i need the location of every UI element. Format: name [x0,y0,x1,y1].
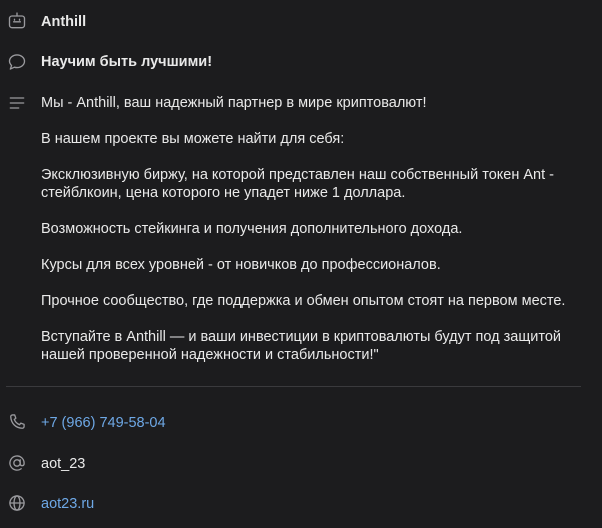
group-description: Мы - Anthill, ваш надежный партнер в мир… [41,94,588,382]
username-row[interactable]: aot_23 [0,451,602,475]
username-text[interactable]: aot_23 [41,455,588,473]
group-description-row: Мы - Anthill, ваш надежный партнер в мир… [0,92,602,372]
section-divider [6,386,581,387]
description-paragraph: Прочное сообщество, где поддержка и обме… [41,293,566,309]
bot-icon [6,10,28,32]
group-name: Anthill [41,14,87,30]
phone-row[interactable]: +7 (966) 749-58-04 [0,410,602,434]
website-link[interactable]: aot23.ru [41,495,588,513]
at-sign-icon [6,452,28,474]
description-paragraph: Курсы для всех уровней - от новичков до … [41,257,441,273]
description-paragraph: В нашем проекте вы можете найти для себя… [41,131,345,147]
chat-bubble-icon [6,51,28,73]
lines-icon [6,92,28,114]
description-paragraph: Мы - Anthill, ваш надежный партнер в мир… [41,95,427,111]
globe-icon [6,492,28,514]
description-paragraph: Эксклюзивную биржу, на которой представл… [41,167,555,201]
description-paragraph: Возможность стейкинга и получения дополн… [41,221,463,237]
group-slogan-row: Научим быть лучшими! [0,50,602,74]
group-slogan: Научим быть лучшими! [41,54,213,70]
description-paragraph: Вступайте в Anthill — и ваши инвестиции … [41,329,562,363]
group-name-row: Anthill [0,10,602,34]
group-info-panel: Anthill Научим быть лучшими! Мы - Anthil… [0,0,602,528]
phone-icon [6,411,28,433]
website-row[interactable]: aot23.ru [0,491,602,515]
phone-link[interactable]: +7 (966) 749-58-04 [41,414,588,432]
